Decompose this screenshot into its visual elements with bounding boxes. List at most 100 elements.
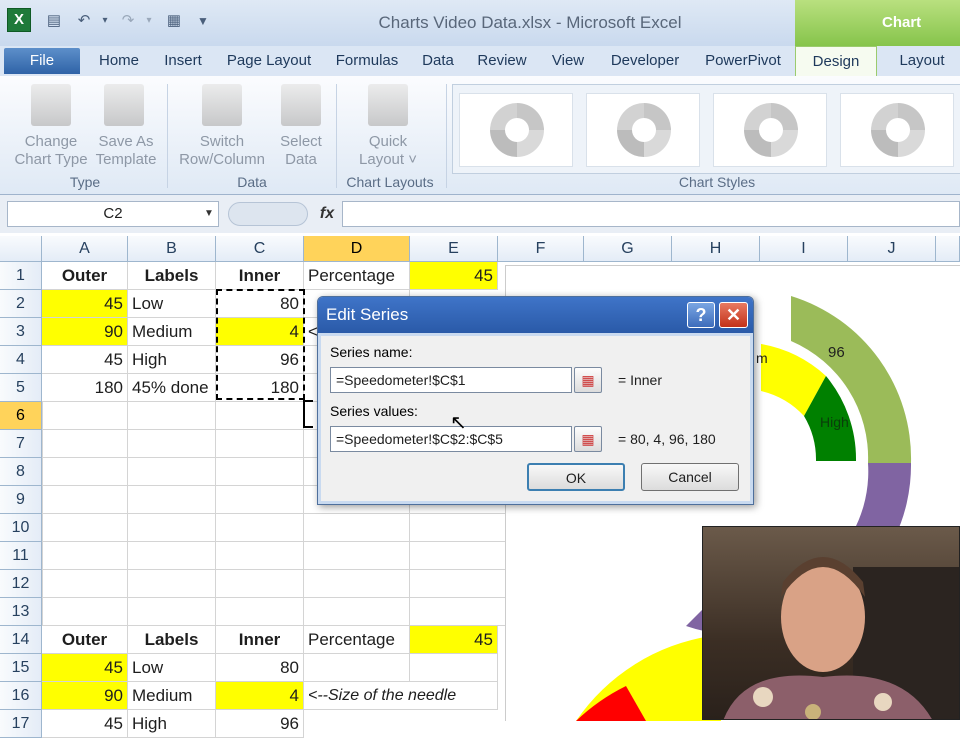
cell-a15[interactable]: 45 [42, 654, 128, 682]
select-all-corner[interactable] [0, 236, 42, 262]
row-header-9[interactable]: 9 [0, 486, 42, 514]
name-box[interactable]: C2 [7, 201, 219, 227]
row-header-3[interactable]: 3 [0, 318, 42, 346]
cell-b14[interactable]: Labels [128, 626, 216, 654]
chart-style-1[interactable] [459, 93, 573, 167]
row-header-10[interactable]: 10 [0, 514, 42, 542]
column-header-f[interactable]: F [498, 236, 584, 262]
customize-toolbar-icon[interactable]: ▼ [194, 9, 212, 33]
column-header-e[interactable]: E [410, 236, 498, 262]
cell-c15[interactable]: 80 [216, 654, 304, 682]
cell-a14[interactable]: Outer [42, 626, 128, 654]
row-header-2[interactable]: 2 [0, 290, 42, 318]
tab-home[interactable]: Home [90, 46, 148, 76]
row-header-13[interactable]: 13 [0, 598, 42, 626]
row-header-5[interactable]: 5 [0, 374, 42, 402]
formula-bar-expander[interactable] [228, 202, 308, 226]
column-header-b[interactable]: B [128, 236, 216, 262]
chart-style-4[interactable] [840, 93, 954, 167]
cell-a17[interactable]: 45 [42, 710, 128, 738]
row-header-16[interactable]: 16 [0, 682, 42, 710]
cell-c16[interactable]: 4 [216, 682, 304, 710]
cell-d14[interactable]: Percentage [304, 626, 410, 654]
row-header-4[interactable]: 4 [0, 346, 42, 374]
tab-file[interactable]: File [4, 48, 80, 74]
column-header-a[interactable]: A [42, 236, 128, 262]
quick-layout-button[interactable]: Quick Layout ˅ [345, 133, 431, 169]
column-header-g[interactable]: G [584, 236, 672, 262]
row-header-17[interactable]: 17 [0, 710, 42, 738]
cell-d1[interactable]: Percentage [304, 262, 410, 290]
cell-b3[interactable]: Medium [128, 318, 216, 346]
undo-dropdown-icon[interactable]: ▾ [98, 9, 112, 33]
help-button[interactable]: ? [687, 302, 715, 328]
cell-c17[interactable]: 96 [216, 710, 304, 738]
tab-page-layout[interactable]: Page Layout [220, 46, 318, 76]
tab-layout[interactable]: Layout [884, 46, 960, 76]
redo-icon[interactable]: ↷ [116, 9, 140, 33]
collapse-dialog-icon[interactable]: ▦ [574, 367, 602, 393]
change-chart-type-button[interactable]: Change Chart Type [6, 133, 96, 169]
redo-dropdown-icon[interactable]: ▾ [142, 9, 156, 33]
column-header-k[interactable] [936, 236, 960, 262]
column-header-d[interactable]: D [304, 236, 410, 262]
row-header-7[interactable]: 7 [0, 430, 42, 458]
row-header-6[interactable]: 6 [0, 402, 42, 430]
tab-review[interactable]: Review [470, 46, 534, 76]
column-header-i[interactable]: I [760, 236, 848, 262]
close-button[interactable]: ✕ [719, 302, 748, 328]
cell-b2[interactable]: Low [128, 290, 216, 318]
cell-a4[interactable]: 45 [42, 346, 128, 374]
cell-d16[interactable]: <--Size of the needle [304, 682, 498, 710]
cell-a2[interactable]: 45 [42, 290, 128, 318]
cell-c1[interactable]: Inner [216, 262, 304, 290]
excel-app-icon[interactable]: X [7, 8, 31, 32]
row-header-12[interactable]: 12 [0, 570, 42, 598]
chart-style-3[interactable] [713, 93, 827, 167]
cell-c14[interactable]: Inner [216, 626, 304, 654]
chart-style-2[interactable] [586, 93, 700, 167]
tab-view[interactable]: View [542, 46, 594, 76]
tab-data[interactable]: Data [414, 46, 462, 76]
row-header-8[interactable]: 8 [0, 458, 42, 486]
cell-e15[interactable] [410, 654, 498, 682]
ok-button[interactable]: OK [527, 463, 625, 491]
series-name-input[interactable]: =Speedometer!$C$1 [330, 367, 572, 393]
cell-b5[interactable]: 45% done [128, 374, 216, 402]
column-header-h[interactable]: H [672, 236, 760, 262]
cell-b15[interactable]: Low [128, 654, 216, 682]
column-header-c[interactable]: C [216, 236, 304, 262]
row-header-14[interactable]: 14 [0, 626, 42, 654]
cell-e14[interactable]: 45 [410, 626, 498, 654]
cell-a5[interactable]: 180 [42, 374, 128, 402]
cell-b16[interactable]: Medium [128, 682, 216, 710]
undo-icon[interactable]: ↶ [72, 9, 96, 33]
column-header-j[interactable]: J [848, 236, 936, 262]
cell-a1[interactable]: Outer [42, 262, 128, 290]
tab-developer[interactable]: Developer [600, 46, 690, 76]
cell-a3[interactable]: 90 [42, 318, 128, 346]
cancel-button[interactable]: Cancel [641, 463, 739, 491]
row-header-11[interactable]: 11 [0, 542, 42, 570]
row-header-1[interactable]: 1 [0, 262, 42, 290]
cell-b4[interactable]: High [128, 346, 216, 374]
quick-print-icon[interactable]: ▦ [162, 9, 186, 33]
tab-design[interactable]: Design [795, 46, 877, 76]
insert-function-icon[interactable]: fx [312, 201, 342, 227]
collapse-dialog-icon[interactable]: ▦ [574, 426, 602, 452]
tab-powerpivot[interactable]: PowerPivot [696, 46, 790, 76]
save-icon[interactable]: ▤ [42, 9, 66, 33]
cell-a16[interactable]: 90 [42, 682, 128, 710]
save-as-template-button[interactable]: Save As Template [90, 133, 162, 169]
switch-row-column-button[interactable]: Switch Row/Column [172, 133, 272, 169]
cell-b1[interactable]: Labels [128, 262, 216, 290]
select-data-button[interactable]: Select Data [272, 133, 330, 169]
cell-b17[interactable]: High [128, 710, 216, 738]
tab-insert[interactable]: Insert [154, 46, 212, 76]
cell-d15[interactable] [304, 654, 410, 682]
formula-input[interactable] [342, 201, 960, 227]
row-header-15[interactable]: 15 [0, 654, 42, 682]
name-box-dropdown-icon[interactable]: ▼ [204, 208, 214, 219]
tab-formulas[interactable]: Formulas [326, 46, 408, 76]
cell-e1[interactable]: 45 [410, 262, 498, 290]
